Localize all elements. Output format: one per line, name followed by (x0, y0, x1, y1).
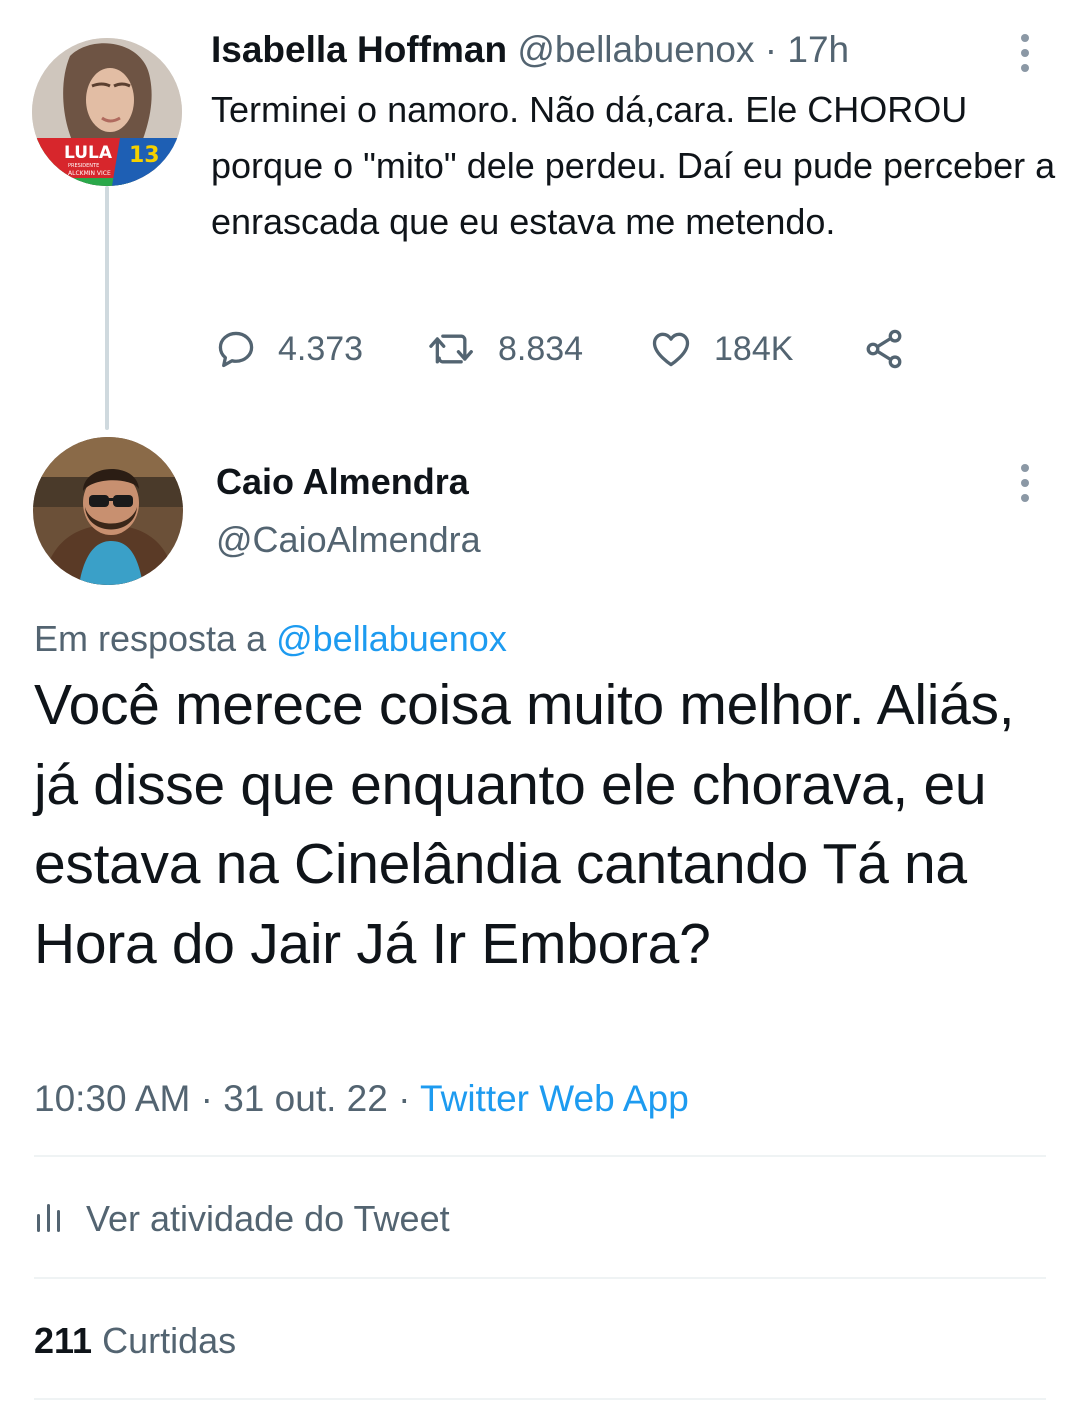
retweet-count: 8.834 (498, 329, 584, 368)
likes-count: 211 (34, 1320, 93, 1361)
avatar-isabella[interactable]: LULA 13 PRESIDENTE ALCKMIN VICE (32, 38, 182, 186)
like-button[interactable]: 184K (648, 324, 793, 374)
main-tweet-meta: 10:30 AM · 31 out. 22 · Twitter Web App (34, 1075, 689, 1123)
bar-chart-icon (34, 1200, 64, 1239)
reply-button[interactable]: 4.373 (214, 324, 363, 374)
reply-context: Em resposta a @bellabuenox (34, 616, 507, 662)
parent-tweet-time[interactable]: 17h (787, 29, 849, 70)
meta-separator-1: · (190, 1078, 224, 1119)
avatar-caio[interactable] (33, 437, 183, 585)
reply-mention-link[interactable]: @bellabuenox (276, 618, 507, 659)
parent-tweet-text: Terminei o namoro. Não dá,cara. Ele CHOR… (211, 89, 1056, 242)
main-more-icon[interactable] (1019, 464, 1031, 509)
divider-top (34, 1155, 1046, 1157)
thread-connector-line (105, 186, 109, 430)
reply-prefix: Em resposta a (34, 618, 277, 659)
divider-middle (34, 1277, 1046, 1279)
main-author-name[interactable]: Caio Almendra (216, 460, 469, 504)
main-tweet-text: Você merece coisa muito melhor. Aliás, j… (34, 673, 1015, 976)
main-tweet-date[interactable]: 31 out. 22 (223, 1078, 388, 1119)
divider-bottom (34, 1398, 1046, 1400)
share-icon (860, 327, 908, 371)
likes-label: Curtidas (92, 1320, 237, 1361)
share-button[interactable] (860, 324, 908, 374)
retweet-button[interactable]: 8.834 (426, 324, 583, 374)
badge-alckmin-text: ALCKMIN VICE (68, 170, 111, 177)
tweet-source-link[interactable]: Twitter Web App (420, 1078, 689, 1119)
retweet-icon (426, 327, 478, 371)
badge-lula-text: LULA (64, 143, 113, 163)
reply-count: 4.373 (278, 329, 364, 368)
header-separator: · (754, 29, 788, 70)
parent-tweet-header: Isabella Hoffman @bellabuenox · 17h (211, 28, 849, 72)
badge-number-text: 13 (129, 143, 160, 168)
parent-author-name[interactable]: Isabella Hoffman (211, 29, 507, 70)
meta-separator-2: · (387, 1078, 421, 1119)
like-count: 184K (714, 329, 794, 368)
badge-presidente-text: PRESIDENTE (68, 163, 99, 169)
main-author-handle[interactable]: @CaioAlmendra (216, 518, 481, 562)
tweet-activity-button[interactable]: Ver atividade do Tweet (34, 1194, 450, 1244)
reply-icon (214, 327, 258, 371)
heart-icon (648, 327, 694, 371)
likes-summary[interactable]: 211 Curtidas (34, 1316, 236, 1366)
main-tweet-time[interactable]: 10:30 AM (34, 1078, 190, 1119)
tweet-activity-label: Ver atividade do Tweet (86, 1198, 450, 1239)
parent-author-handle[interactable]: @bellabuenox (517, 29, 754, 70)
parent-more-icon[interactable] (1019, 34, 1031, 79)
